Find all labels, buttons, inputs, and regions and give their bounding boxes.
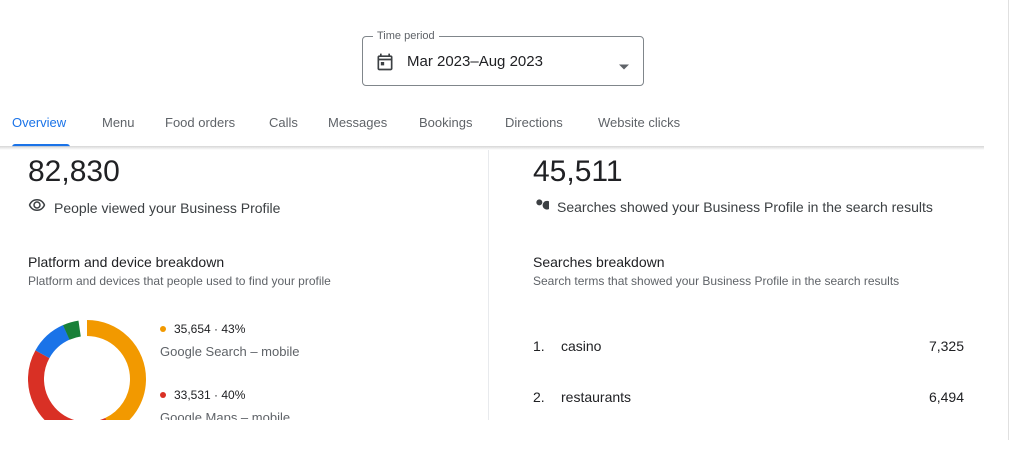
legend-value: 33,531 · 40% [174,388,246,402]
eye-icon [28,196,54,219]
searches-count: 45,511 [533,155,623,188]
searches-breakdown-subtitle: Search terms that showed your Business P… [533,274,900,288]
time-period-select[interactable]: Time period Mar 2023–Aug 2023 [362,29,644,86]
tab-overview[interactable]: Overview [12,104,66,144]
search-icon [533,196,557,217]
searches-breakdown-title: Searches breakdown [533,254,665,270]
tab-menu[interactable]: Menu [102,104,135,144]
search-term-count: 7,325 [928,338,964,354]
tab-bookings[interactable]: Bookings [419,104,472,144]
tab-calls[interactable]: Calls [269,104,298,144]
tab-food-orders[interactable]: Food orders [165,104,235,144]
platform-breakdown-subtitle: Platform and devices that people used to… [28,274,331,288]
dropdown-arrow-icon [619,57,629,70]
legend-label: Google Maps – mobile [160,410,291,420]
time-period-label: Time period [373,29,439,43]
search-term-rank: 2. [533,389,545,405]
profile-views-count: 82,830 [28,155,120,188]
search-term: casino [561,338,602,354]
search-term-count: 6,494 [928,389,964,405]
legend-dot-red [160,392,166,398]
searches-text: Searches showed your Business Profile in… [557,198,933,215]
legend-item-search-mobile: 35,654 · 43% Google Search – mobile [160,321,299,361]
legend-label: Google Search – mobile [160,344,300,359]
profile-views-caption: People viewed your Business Profile [28,196,280,219]
searches-caption: Searches showed your Business Profile in… [533,196,933,217]
legend-dot-orange [160,326,166,332]
search-term-rank: 1. [533,338,545,354]
platform-breakdown-title: Platform and device breakdown [28,254,225,270]
platform-donut-chart [28,320,146,420]
column-divider [488,150,489,420]
profile-views-text: People viewed your Business Profile [54,199,281,216]
legend-item-maps-mobile: 33,531 · 40% Google Maps – mobile [160,387,290,420]
overview-content: 82,830 People viewed your Business Profi… [0,150,1021,420]
tab-bar: Overview Menu Food orders Calls Messages… [0,104,984,148]
legend-value: 35,654 · 43% [174,322,246,336]
calendar-icon [375,52,395,72]
tab-messages[interactable]: Messages [328,104,387,144]
time-period-value: Mar 2023–Aug 2023 [407,53,543,70]
tab-directions[interactable]: Directions [505,104,563,144]
search-term: restaurants [561,389,632,405]
tab-website-clicks[interactable]: Website clicks [598,104,680,144]
